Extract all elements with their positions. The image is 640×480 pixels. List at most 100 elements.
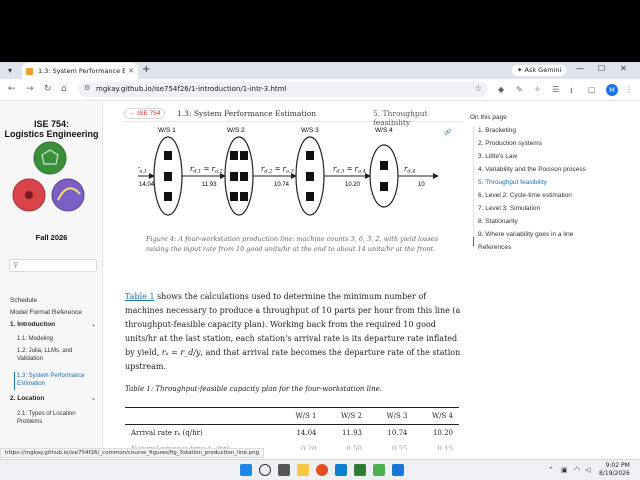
taskbar: ⌃ ▣ ◠ ◁ 9:02 PM 8/19/2026 [0, 459, 640, 480]
machine [230, 151, 238, 160]
address-bar[interactable]: ⚙ mgkay.github.io/ise754f26/1-introducti… [78, 82, 488, 97]
table-header-row: W/S 1 W/S 2 W/S 3 W/S 4 [125, 407, 459, 425]
rate-label: rd,1 = ra,2 [190, 165, 223, 175]
search-icon: ⚲ [13, 261, 19, 269]
table-cell: 0.20 [300, 445, 317, 450]
chevron-down-icon[interactable]: ⌄ [91, 395, 96, 402]
extension-icon[interactable]: ◆ [498, 85, 504, 94]
capacity-table: W/S 1 W/S 2 W/S 3 W/S 4 Arrival rate rₐ … [125, 407, 459, 450]
wifi-icon[interactable]: ◠ [574, 466, 580, 474]
page-title: 1.3: System Performance Estimation [177, 109, 317, 118]
machine [306, 151, 314, 160]
toc-item[interactable]: 7. Level 3: Simulation [478, 205, 540, 212]
start-icon[interactable] [240, 464, 252, 476]
link-icon[interactable]: 🔗 [444, 128, 452, 136]
toc-item-active[interactable]: 5. Throughput feasibility [478, 179, 547, 186]
url-text: mgkay.github.io/ise754f26/1-introduction… [96, 85, 287, 93]
nav-location[interactable]: 2. Location [10, 395, 44, 402]
yield-formula: rₐ = r_d/y [161, 348, 201, 357]
split-view-icon[interactable]: ▢ [588, 85, 596, 94]
toc-item[interactable]: 6. Level 2: Cycle-time estimation [478, 192, 572, 199]
station-label: W/S 2 [227, 127, 245, 134]
outlook-icon[interactable] [335, 464, 347, 476]
toc-item[interactable]: 3. Little's Law [478, 153, 517, 160]
menu-icon[interactable]: ⋮ [625, 85, 633, 94]
page-header: ← ISE 754 1.3: System Performance Estima… [122, 108, 464, 127]
back-to-course-button[interactable]: ← ISE 754 [124, 108, 166, 119]
machine [380, 182, 388, 191]
site-title[interactable]: ISE 754: Logistics Engineering [0, 119, 103, 139]
profile-avatar[interactable]: M [606, 84, 618, 96]
station-label: W/S 3 [301, 127, 319, 134]
browser-toolbar: ← → ↻ ⌂ ⚙ mgkay.github.io/ise754f26/1-in… [0, 79, 640, 101]
nav-schedule[interactable]: Schedule [10, 297, 37, 304]
table-cell: 0.25 [391, 445, 408, 450]
chevron-up-icon[interactable]: ⌃ [548, 466, 554, 474]
nav-model-format-reference[interactable]: Model Format Reference [10, 309, 82, 316]
close-window-icon[interactable]: ✕ [620, 64, 627, 73]
nav-system-performance-estimation[interactable]: 1.3: System Performance Estimation [17, 372, 91, 388]
forward-icon[interactable]: → [26, 84, 34, 94]
nav-introduction[interactable]: 1. Introduction [10, 321, 55, 328]
nav-modeling[interactable]: 1.1: Modeling [17, 335, 91, 343]
workstation-2 [224, 136, 254, 216]
nav-julia-llms-validation[interactable]: 1.2: Julia, LLMs, and Validation [17, 347, 91, 363]
machine [240, 151, 248, 160]
toc-item[interactable]: 2. Production systems [478, 140, 542, 147]
reload-icon[interactable]: ↻ [44, 84, 52, 94]
toc-item[interactable]: 9. Where variability goes in a line [478, 231, 573, 238]
maximize-icon[interactable]: ☐ [598, 64, 605, 73]
toc-rail [473, 126, 474, 246]
extensions-puzzle-icon[interactable]: ✧ [534, 85, 541, 94]
table-1-link[interactable]: Table 1 [125, 292, 155, 301]
system-clock[interactable]: 9:02 PM 8/19/2026 [599, 462, 630, 478]
bookmark-star-icon[interactable]: ☆ [475, 84, 482, 93]
search-icon[interactable] [259, 464, 271, 476]
browser-tab[interactable]: 1.3: System Performance Estima ✕ [22, 63, 138, 79]
main-content: ← ISE 754 1.3: System Performance Estima… [118, 102, 464, 450]
tray-app-icon[interactable]: ▣ [561, 466, 568, 474]
production-line-diagram: W/S 1 W/S 2 W/S 3 W/S 4 a,1 rd,1 = ra,2 … [138, 127, 452, 216]
rate-label: rd,3 = ra,4 [333, 165, 366, 175]
tab-close-icon[interactable]: ✕ [128, 67, 134, 75]
new-tab-icon[interactable]: + [142, 64, 150, 75]
table-cell: 10.20 [432, 429, 453, 437]
toc-heading: On this page [470, 114, 507, 121]
chrome-icon[interactable] [316, 464, 328, 476]
excel-icon[interactable] [354, 464, 366, 476]
clock-date: 8/19/2026 [599, 470, 630, 477]
extension-icon[interactable]: ✎ [516, 85, 523, 94]
machine [164, 151, 172, 160]
site-title-line2: Logistics Engineering [4, 129, 99, 139]
toc-item[interactable]: 8. Stationarity [478, 218, 518, 225]
site-info-icon[interactable]: ⚙ [84, 84, 90, 92]
ask-gemini-button[interactable]: ✦ Ask Gemini [512, 65, 567, 76]
column-header: W/S 2 [322, 407, 368, 425]
toc-item[interactable]: 4. Variability and the Poisson process [478, 166, 586, 173]
site-title-line1: ISE 754: [33, 119, 70, 129]
table-of-contents: On this page 1. Bracketing 2. Production… [470, 102, 640, 450]
machine [306, 172, 314, 181]
flow-value: 10 [418, 182, 425, 188]
volume-icon[interactable]: ◁ [585, 466, 590, 474]
vscode-icon[interactable] [392, 464, 404, 476]
back-icon[interactable]: ← [8, 84, 16, 94]
toc-item[interactable]: 1. Bracketing [478, 127, 516, 134]
reading-list-icon[interactable]: ☰ [552, 85, 559, 94]
file-explorer-icon[interactable] [297, 464, 309, 476]
downloads-icon[interactable]: ⭳ [570, 85, 573, 99]
nav-types-of-location-problems[interactable]: 2.1: Types of Location Problems [17, 410, 91, 426]
course-logo [12, 141, 85, 212]
machine [240, 172, 248, 181]
minimize-icon[interactable]: — [576, 64, 584, 73]
flow-value: 10.20 [345, 182, 361, 188]
logo-green-circle [33, 141, 67, 175]
app-icon[interactable] [373, 464, 385, 476]
figure-caption: Figure 4: A four-workstation production … [146, 235, 438, 253]
toc-item[interactable]: References [478, 244, 511, 251]
search-input[interactable]: ⚲ [9, 259, 97, 272]
home-icon[interactable]: ⌂ [61, 84, 67, 94]
task-view-icon[interactable] [278, 464, 290, 476]
chevron-down-icon[interactable]: ⌄ [91, 321, 96, 328]
tab-search-icon[interactable]: ▾ [3, 65, 17, 77]
